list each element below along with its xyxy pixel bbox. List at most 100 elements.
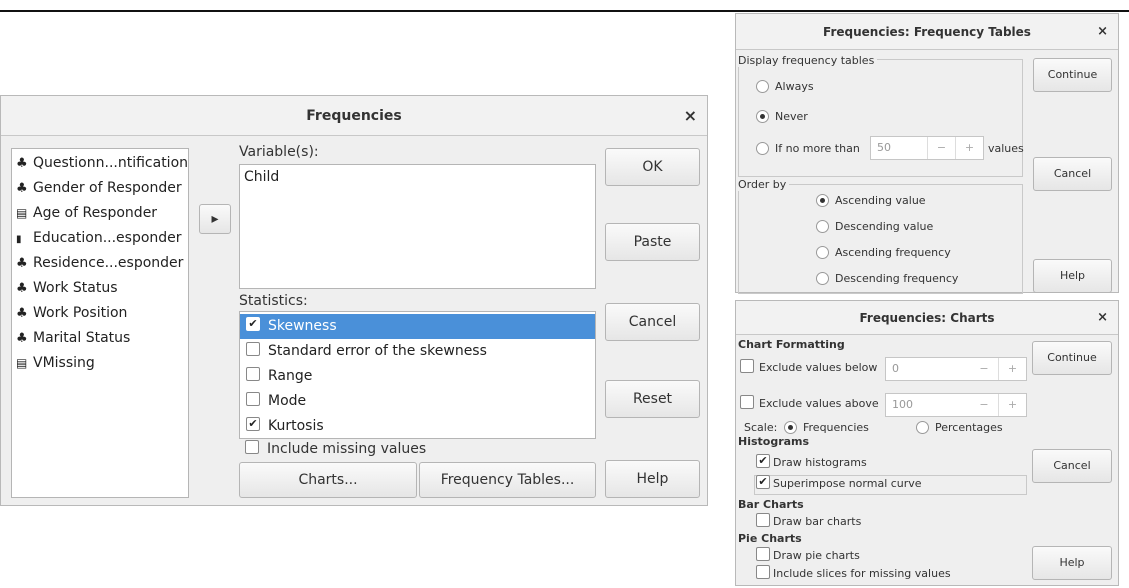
if-no-more-radio[interactable] <box>756 141 769 155</box>
variable-list-item[interactable]: ♣ Questionn...ntification <box>12 151 188 176</box>
variable-list-item[interactable]: ♣ Work Position <box>12 301 188 326</box>
minus-icon[interactable]: − <box>970 358 998 380</box>
variable-list-item[interactable]: ▤ VMissing <box>12 351 188 376</box>
statistic-item[interactable]: ✔ Kurtosis <box>240 414 595 438</box>
if-no-more-label: If no more than <box>775 142 860 155</box>
statistic-checkbox[interactable] <box>246 367 260 381</box>
draw-bar-option[interactable]: Draw bar charts <box>756 513 861 529</box>
statistic-checkbox[interactable] <box>246 392 260 406</box>
order-label: Ascending value <box>835 194 926 207</box>
target-variable[interactable]: Child <box>240 165 595 190</box>
continue-button[interactable]: Continue <box>1032 341 1112 375</box>
frequency-tables-button[interactable]: Frequency Tables... <box>419 462 596 498</box>
exclude-above-checkbox[interactable] <box>740 395 754 409</box>
nominal-icon: ♣ <box>16 181 28 196</box>
include-slices-checkbox[interactable] <box>756 565 770 579</box>
above-value: 100 <box>892 398 913 411</box>
paste-button[interactable]: Paste <box>605 223 700 261</box>
variable-list-item[interactable]: ♣ Residence...esponder <box>12 251 188 276</box>
arrow-right-icon: ▸ <box>211 211 219 227</box>
scale-frequencies-option[interactable]: Frequencies <box>784 420 869 435</box>
reset-button[interactable]: Reset <box>605 380 700 418</box>
exclude-below-label: Exclude values below <box>759 361 878 374</box>
limit-spinbox[interactable]: 50 − + <box>870 136 984 160</box>
help-button[interactable]: Help <box>605 460 700 498</box>
order-option[interactable]: Descending frequency <box>816 271 958 286</box>
exclude-below-option[interactable]: Exclude values below <box>740 359 878 375</box>
close-icon[interactable]: × <box>684 96 697 136</box>
variable-label: Age of Responder <box>33 205 158 221</box>
statistic-item[interactable]: ✔ Skewness <box>240 314 595 339</box>
order-radio[interactable] <box>816 193 829 207</box>
statistic-item[interactable]: Mode <box>240 389 595 414</box>
dialog-title: Frequencies <box>306 108 402 124</box>
statistic-checkbox[interactable] <box>246 342 260 356</box>
continue-button[interactable]: Continue <box>1033 58 1112 92</box>
plus-icon[interactable]: + <box>998 358 1026 380</box>
draw-pie-option[interactable]: Draw pie charts <box>756 547 860 563</box>
never-option[interactable]: Never <box>756 109 808 124</box>
charts-button[interactable]: Charts... <box>239 462 417 498</box>
minus-icon[interactable]: − <box>927 137 955 159</box>
below-spinbox[interactable]: 0 − + <box>885 357 1027 381</box>
cancel-button[interactable]: Cancel <box>605 303 700 341</box>
statistic-checkbox[interactable]: ✔ <box>246 417 260 431</box>
order-radio[interactable] <box>816 219 829 233</box>
order-option[interactable]: Ascending frequency <box>816 245 951 260</box>
statistics-list[interactable]: ✔ Skewness Standard error of the skewness R… <box>239 311 596 439</box>
include-missing-option[interactable]: Include missing values <box>245 440 426 457</box>
variable-list-item[interactable]: ♣ Gender of Responder <box>12 176 188 201</box>
statistic-item[interactable]: Standard error of the skewness <box>240 339 595 364</box>
cancel-button[interactable]: Cancel <box>1033 157 1112 191</box>
limit-value: 50 <box>877 141 891 154</box>
variable-list-item[interactable]: ▮ Education...esponder <box>12 226 188 251</box>
scale-percentages-radio[interactable] <box>916 420 929 434</box>
order-radio[interactable] <box>816 245 829 259</box>
exclude-above-option[interactable]: Exclude values above <box>740 395 879 411</box>
scale-percentages-option[interactable]: Percentages <box>916 420 1003 435</box>
variable-label: Questionn...ntification <box>33 155 189 171</box>
variable-list-item[interactable]: ♣ Marital Status <box>12 326 188 351</box>
statistic-label: Kurtosis <box>268 418 324 434</box>
order-option[interactable]: Descending value <box>816 219 933 234</box>
values-suffix: values <box>988 142 1024 155</box>
include-slices-option[interactable]: Include slices for missing values <box>756 565 951 581</box>
variable-list-item[interactable]: ▤ Age of Responder <box>12 201 188 226</box>
if-no-more-option[interactable]: If no more than <box>756 141 860 156</box>
include-missing-checkbox[interactable] <box>245 440 259 454</box>
plus-icon[interactable]: + <box>998 394 1026 416</box>
statistic-checkbox[interactable]: ✔ <box>246 317 260 331</box>
draw-histograms-checkbox[interactable]: ✔ <box>756 454 770 468</box>
draw-pie-checkbox[interactable] <box>756 547 770 561</box>
scale-frequencies-radio[interactable] <box>784 420 797 434</box>
draw-pie-label: Draw pie charts <box>773 549 860 562</box>
plus-icon[interactable]: + <box>955 137 983 159</box>
close-icon[interactable]: × <box>1097 301 1108 335</box>
ok-button[interactable]: OK <box>605 148 700 186</box>
superimpose-option[interactable]: ✔ Superimpose normal curve <box>756 475 922 491</box>
always-radio[interactable] <box>756 79 769 93</box>
help-button[interactable]: Help <box>1032 546 1112 580</box>
close-icon[interactable]: × <box>1097 14 1108 50</box>
move-variable-button[interactable]: ▸ <box>199 204 231 234</box>
cancel-button[interactable]: Cancel <box>1032 449 1112 483</box>
source-variable-list[interactable]: ♣ Questionn...ntification ♣ Gender of Respo… <box>11 148 189 498</box>
target-variable-list[interactable]: Child <box>239 164 596 289</box>
statistic-item[interactable]: Range <box>240 364 595 389</box>
draw-bar-checkbox[interactable] <box>756 513 770 527</box>
above-spinbox[interactable]: 100 − + <box>885 393 1027 417</box>
freq-tables-titlebar: Frequencies: Frequency Tables × <box>736 14 1118 50</box>
nominal-string-icon: ♣ <box>16 256 28 271</box>
below-value: 0 <box>892 362 899 375</box>
help-button[interactable]: Help <box>1033 259 1112 293</box>
order-radio[interactable] <box>816 271 829 285</box>
draw-histograms-option[interactable]: ✔ Draw histograms <box>756 454 867 470</box>
superimpose-checkbox[interactable]: ✔ <box>756 475 770 489</box>
never-radio[interactable] <box>756 109 769 123</box>
order-option[interactable]: Ascending value <box>816 193 926 208</box>
variable-list-item[interactable]: ♣ Work Status <box>12 276 188 301</box>
minus-icon[interactable]: − <box>970 394 998 416</box>
variable-label: Work Status <box>33 280 118 296</box>
exclude-below-checkbox[interactable] <box>740 359 754 373</box>
always-option[interactable]: Always <box>756 79 814 94</box>
